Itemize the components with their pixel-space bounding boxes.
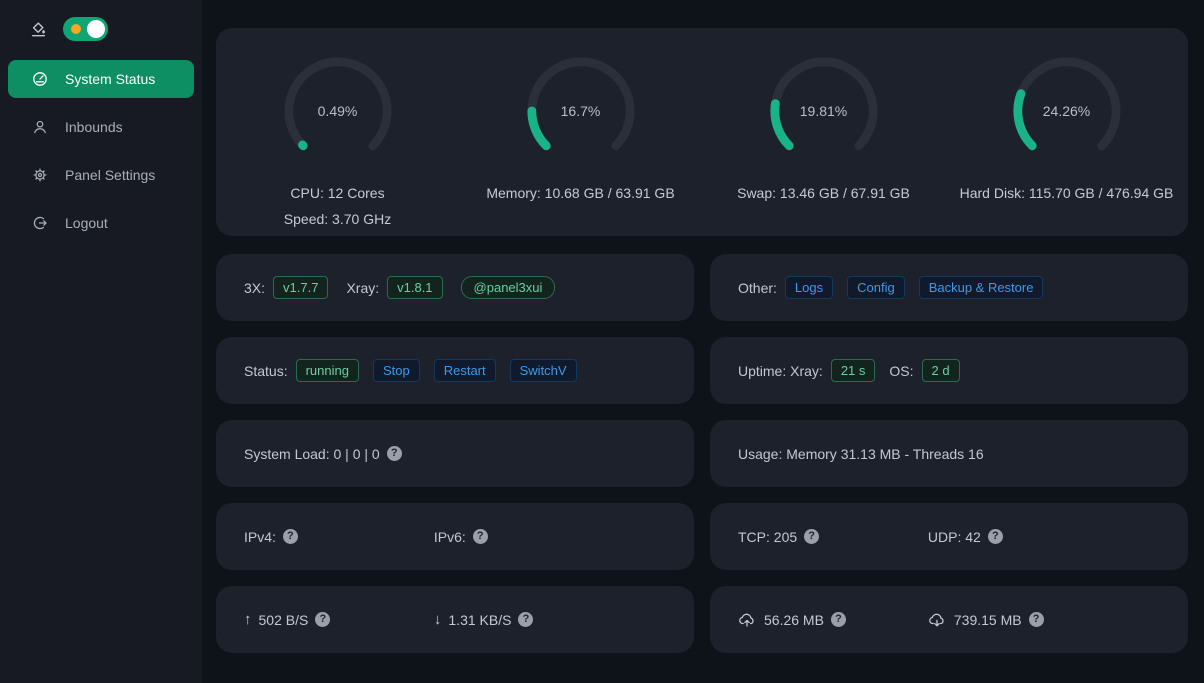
- other-label: Other:: [738, 280, 777, 296]
- ip-card: IPv4: ? IPv6: ?: [216, 503, 694, 570]
- swap-percent: 19.81%: [765, 52, 883, 170]
- ipv6-label: IPv6:: [434, 529, 466, 545]
- cpu-label: CPU: 12 Cores Speed: 3.70 GHz: [284, 180, 391, 232]
- help-icon[interactable]: ?: [804, 529, 819, 544]
- disk-label: Hard Disk: 115.70 GB / 476.94 GB: [960, 180, 1174, 206]
- tcp-count: TCP: 205: [738, 529, 797, 545]
- swap-gauge: 19.81% Swap: 13.46 GB / 67.91 GB: [737, 52, 910, 236]
- swap-label: Swap: 13.46 GB / 67.91 GB: [737, 180, 910, 206]
- status-badge: running: [296, 359, 359, 382]
- ipv4-label: IPv4:: [244, 529, 276, 545]
- cloud-download-icon: [928, 612, 946, 628]
- version-card: 3X: v1.7.7 Xray: v1.8.1 @panel3xui: [216, 254, 694, 321]
- uptime-os-badge: 2 d: [922, 359, 960, 382]
- other-card: Other: Logs Config Backup & Restore: [710, 254, 1188, 321]
- help-icon[interactable]: ?: [988, 529, 1003, 544]
- disk-percent: 24.26%: [1008, 52, 1126, 170]
- restart-button[interactable]: Restart: [434, 359, 496, 382]
- toggle-knob: [87, 20, 105, 38]
- gear-icon: [32, 167, 48, 183]
- disk-gauge: 24.26% Hard Disk: 115.70 GB / 476.94 GB: [960, 52, 1174, 236]
- main-content: 0.49% CPU: 12 Cores Speed: 3.70 GHz 16.7…: [202, 0, 1204, 683]
- sun-icon: [71, 24, 81, 34]
- usage-text: Usage: Memory 31.13 MB - Threads 16: [738, 446, 984, 462]
- sidebar-item-logout[interactable]: Logout: [8, 204, 194, 242]
- usage-card: Usage: Memory 31.13 MB - Threads 16: [710, 420, 1188, 487]
- help-icon[interactable]: ?: [473, 529, 488, 544]
- xray-version-label: Xray:: [346, 280, 379, 296]
- config-button[interactable]: Config: [847, 276, 905, 299]
- arrow-up-icon: ↑: [244, 611, 252, 628]
- arrow-down-icon: ↓: [434, 611, 442, 628]
- logout-icon: [32, 215, 48, 231]
- dark-mode-toggle[interactable]: [63, 17, 108, 41]
- uptime-xray-badge: 21 s: [831, 359, 876, 382]
- status-card: Status: running Stop Restart SwitchV: [216, 337, 694, 404]
- user-icon: [32, 119, 48, 135]
- udp-count: UDP: 42: [928, 529, 981, 545]
- sidebar-item-panel-settings[interactable]: Panel Settings: [8, 156, 194, 194]
- sidebar-item-inbounds[interactable]: Inbounds: [8, 108, 194, 146]
- sidebar-item-label: Inbounds: [65, 119, 123, 135]
- theme-icon: [30, 21, 47, 38]
- sidebar-item-label: Logout: [65, 215, 108, 231]
- uptime-xray-label: Uptime: Xray:: [738, 363, 823, 379]
- telegram-channel-tag[interactable]: @panel3xui: [461, 276, 556, 299]
- info-grid: 3X: v1.7.7 Xray: v1.8.1 @panel3xui Other…: [216, 254, 1188, 653]
- status-label: Status:: [244, 363, 288, 379]
- panel-version-label: 3X:: [244, 280, 265, 296]
- sidebar-menu: System Status Inbounds Panel Settings: [0, 60, 202, 242]
- connections-card: TCP: 205 ? UDP: 42 ?: [710, 503, 1188, 570]
- backup-restore-button[interactable]: Backup & Restore: [919, 276, 1044, 299]
- sidebar-header: [0, 14, 202, 44]
- cloud-upload-icon: [738, 612, 756, 628]
- sidebar-item-system-status[interactable]: System Status: [8, 60, 194, 98]
- sidebar: System Status Inbounds Panel Settings: [0, 0, 202, 683]
- sidebar-item-label: Panel Settings: [65, 167, 155, 183]
- system-load-card: System Load: 0 | 0 | 0 ?: [216, 420, 694, 487]
- traffic-card: 56.26 MB ? 739.15 MB ?: [710, 586, 1188, 653]
- help-icon[interactable]: ?: [518, 612, 533, 627]
- upload-speed: 502 B/S: [259, 612, 309, 628]
- help-icon[interactable]: ?: [1029, 612, 1044, 627]
- dashboard-icon: [32, 71, 48, 87]
- help-icon[interactable]: ?: [315, 612, 330, 627]
- speed-card: ↑ 502 B/S ? ↓ 1.31 KB/S ?: [216, 586, 694, 653]
- logs-button[interactable]: Logs: [785, 276, 833, 299]
- memory-label: Memory: 10.68 GB / 63.91 GB: [486, 180, 674, 206]
- system-load-text: System Load: 0 | 0 | 0: [244, 446, 380, 462]
- panel-version-tag: v1.7.7: [273, 276, 328, 299]
- sidebar-item-label: System Status: [65, 71, 155, 87]
- download-speed: 1.31 KB/S: [448, 612, 511, 628]
- memory-gauge: 16.7% Memory: 10.68 GB / 63.91 GB: [486, 52, 674, 236]
- uptime-os-label: OS:: [889, 363, 913, 379]
- cpu-percent: 0.49%: [279, 52, 397, 170]
- switch-version-button[interactable]: SwitchV: [510, 359, 577, 382]
- uptime-card: Uptime: Xray: 21 s OS: 2 d: [710, 337, 1188, 404]
- help-icon[interactable]: ?: [283, 529, 298, 544]
- system-status-card: 0.49% CPU: 12 Cores Speed: 3.70 GHz 16.7…: [216, 28, 1188, 236]
- stop-button[interactable]: Stop: [373, 359, 420, 382]
- memory-percent: 16.7%: [522, 52, 640, 170]
- xray-version-tag: v1.8.1: [387, 276, 442, 299]
- traffic-received: 739.15 MB: [954, 612, 1022, 628]
- help-icon[interactable]: ?: [387, 446, 402, 461]
- cpu-gauge: 0.49% CPU: 12 Cores Speed: 3.70 GHz: [279, 52, 397, 236]
- traffic-sent: 56.26 MB: [764, 612, 824, 628]
- help-icon[interactable]: ?: [831, 612, 846, 627]
